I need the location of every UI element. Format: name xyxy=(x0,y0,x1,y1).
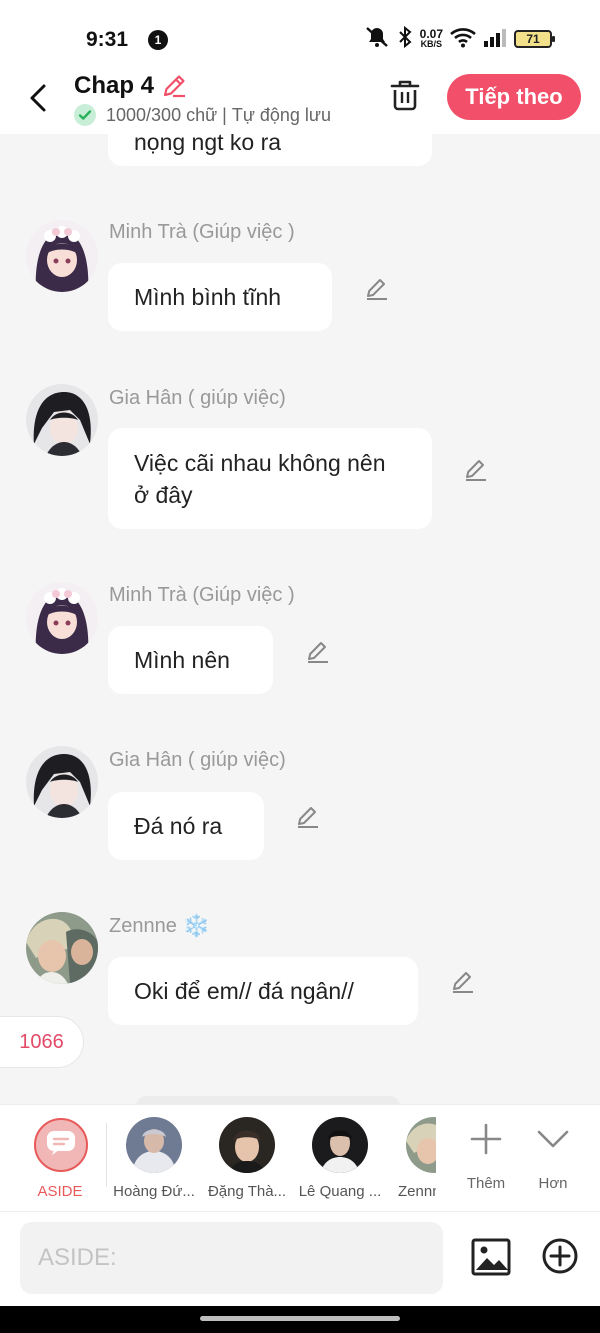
battery-indicator: 71 xyxy=(514,30,555,48)
plus-circle-icon xyxy=(542,1238,578,1279)
partial-message-bubble[interactable]: nọng ngt ko ra xyxy=(108,134,432,166)
sender-name: Minh Trà (Giúp việc ) xyxy=(109,220,295,244)
sender-name-text: Zennne xyxy=(109,914,177,937)
chevron-left-icon xyxy=(27,83,49,118)
snowflake-badge: ❄️ xyxy=(182,913,211,938)
separator: | xyxy=(222,104,227,125)
save-status-row: 1000/300 chữ | Tự động lưu xyxy=(74,103,331,127)
image-icon xyxy=(471,1238,511,1281)
plus-icon xyxy=(466,1119,506,1159)
character-le-quang[interactable]: Lê Quang ... xyxy=(298,1117,382,1207)
chat-bubble-icon xyxy=(46,1130,76,1161)
aside-avatar xyxy=(34,1118,88,1172)
sender-name-text: Gia Hân ( giúp việc) xyxy=(109,748,286,771)
network-speed-unit: KB/S xyxy=(420,39,443,49)
dark-hair-avatar-icon xyxy=(26,384,98,456)
sender-name: Zennne ❄️ xyxy=(109,913,211,938)
mute-icon xyxy=(364,25,390,54)
sender-name: Gia Hân ( giúp việc) xyxy=(109,386,286,410)
edit-message-pencil-icon[interactable] xyxy=(361,273,393,305)
more-button[interactable]: Hơn xyxy=(523,1117,583,1197)
avatar-minh-tra[interactable] xyxy=(26,220,98,292)
edit-message-pencil-icon[interactable] xyxy=(460,454,492,486)
character-bar: ASIDE Hoàng Đứ... Đặng Thà... Lê Quang .… xyxy=(0,1104,600,1212)
character-name: ASIDE xyxy=(37,1183,83,1200)
message-bubble[interactable]: Mình nên xyxy=(108,626,273,694)
message-bubble[interactable]: Mình bình tĩnh xyxy=(108,263,332,331)
bar-separator xyxy=(106,1123,107,1187)
word-count: 1000/300 chữ xyxy=(106,104,218,125)
delete-button[interactable] xyxy=(386,78,424,116)
bluetooth-icon xyxy=(397,25,413,54)
add-character-button[interactable]: Thêm xyxy=(456,1117,516,1197)
character-hoang-duc[interactable]: Hoàng Đứ... xyxy=(112,1117,196,1207)
avatar-minh-tra[interactable] xyxy=(26,582,98,654)
message-counter[interactable]: 1066 xyxy=(0,1016,84,1068)
insert-image-button[interactable] xyxy=(470,1238,512,1280)
status-time: 9:31 xyxy=(86,28,129,51)
character-avatar xyxy=(126,1117,182,1173)
edit-message-pencil-icon[interactable] xyxy=(447,966,479,998)
character-avatar xyxy=(219,1117,275,1173)
sender-name-text: Minh Trà (Giúp việc ) xyxy=(109,220,295,243)
message-text: Oki để em// đá ngân// xyxy=(134,978,354,1004)
chat-area[interactable]: nọng ngt ko ra Minh Trà (Giúp việc ) Mìn… xyxy=(0,134,600,1104)
character-name: Lê Quang ... xyxy=(298,1183,382,1200)
message-text: Việc cãi nhau không nên ở đây xyxy=(134,449,386,508)
next-button[interactable]: Tiếp theo xyxy=(447,74,581,120)
network-speed-value: 0.07 xyxy=(419,27,443,41)
system-nav-bar xyxy=(0,1306,600,1333)
wifi-icon xyxy=(450,26,476,53)
sender-name-text: Gia Hân ( giúp việc) xyxy=(109,386,286,409)
character-name: Đặng Thà... xyxy=(207,1183,287,1200)
message-text: nọng ngt ko ra xyxy=(134,134,282,155)
sender-name: Minh Trà (Giúp việc ) xyxy=(109,583,295,607)
edit-title-pencil-icon[interactable] xyxy=(160,72,188,100)
more-label: Hơn xyxy=(538,1175,568,1192)
add-label: Thêm xyxy=(466,1175,506,1192)
dark-hair-avatar-icon xyxy=(26,746,98,818)
status-icons: 0.07 KB/S 71 xyxy=(364,25,555,54)
character-avatar xyxy=(312,1117,368,1173)
chevron-down-icon xyxy=(533,1119,573,1159)
next-message-peek xyxy=(136,1096,400,1104)
editor-header: Chap 4 1000/300 chữ | Tự động lưu Tiếp t… xyxy=(0,72,600,134)
signal-icon xyxy=(483,27,507,52)
check-icon xyxy=(74,104,96,126)
aside-input[interactable] xyxy=(20,1222,443,1294)
message-bubble[interactable]: Đá nó ra xyxy=(108,792,264,860)
character-name: Zennn xyxy=(398,1183,436,1200)
sender-name: Gia Hân ( giúp việc) xyxy=(109,748,286,772)
character-aside[interactable]: ASIDE xyxy=(18,1117,102,1207)
character-avatar xyxy=(406,1117,436,1173)
avatar-gia-han[interactable] xyxy=(26,384,98,456)
title-row: Chap 4 xyxy=(74,72,188,100)
status-bar: 9:31 1 0.07 KB/S 71 xyxy=(0,0,600,72)
autosave-label: Tự động lưu xyxy=(231,104,331,125)
message-bubble[interactable]: Oki để em// đá ngân// xyxy=(108,957,418,1025)
message-text: Mình nên xyxy=(134,647,230,673)
photo-avatar-icon xyxy=(26,912,98,984)
character-zennn[interactable]: Zennn xyxy=(392,1117,436,1207)
maid-girl-avatar-icon xyxy=(26,220,98,292)
back-button[interactable] xyxy=(20,78,56,122)
character-name: Hoàng Đứ... xyxy=(113,1183,195,1200)
edit-message-pencil-icon[interactable] xyxy=(302,636,334,668)
avatar-gia-han[interactable] xyxy=(26,746,98,818)
message-text: Mình bình tĩnh xyxy=(134,284,282,310)
add-content-button[interactable] xyxy=(540,1238,580,1278)
character-dang-thanh[interactable]: Đặng Thà... xyxy=(205,1117,289,1207)
message-bubble[interactable]: Việc cãi nhau không nên ở đây xyxy=(108,428,432,529)
input-row xyxy=(0,1212,600,1306)
network-speed: 0.07 KB/S xyxy=(419,27,443,49)
home-indicator[interactable] xyxy=(200,1316,400,1321)
maid-girl-avatar-icon xyxy=(26,582,98,654)
chapter-title: Chap 4 xyxy=(74,72,155,99)
avatar-zennne[interactable] xyxy=(26,912,98,984)
edit-message-pencil-icon[interactable] xyxy=(292,801,324,833)
trash-icon xyxy=(389,79,421,116)
notification-badge: 1 xyxy=(148,30,168,50)
sender-name-text: Minh Trà (Giúp việc ) xyxy=(109,583,295,606)
message-text: Đá nó ra xyxy=(134,813,223,839)
